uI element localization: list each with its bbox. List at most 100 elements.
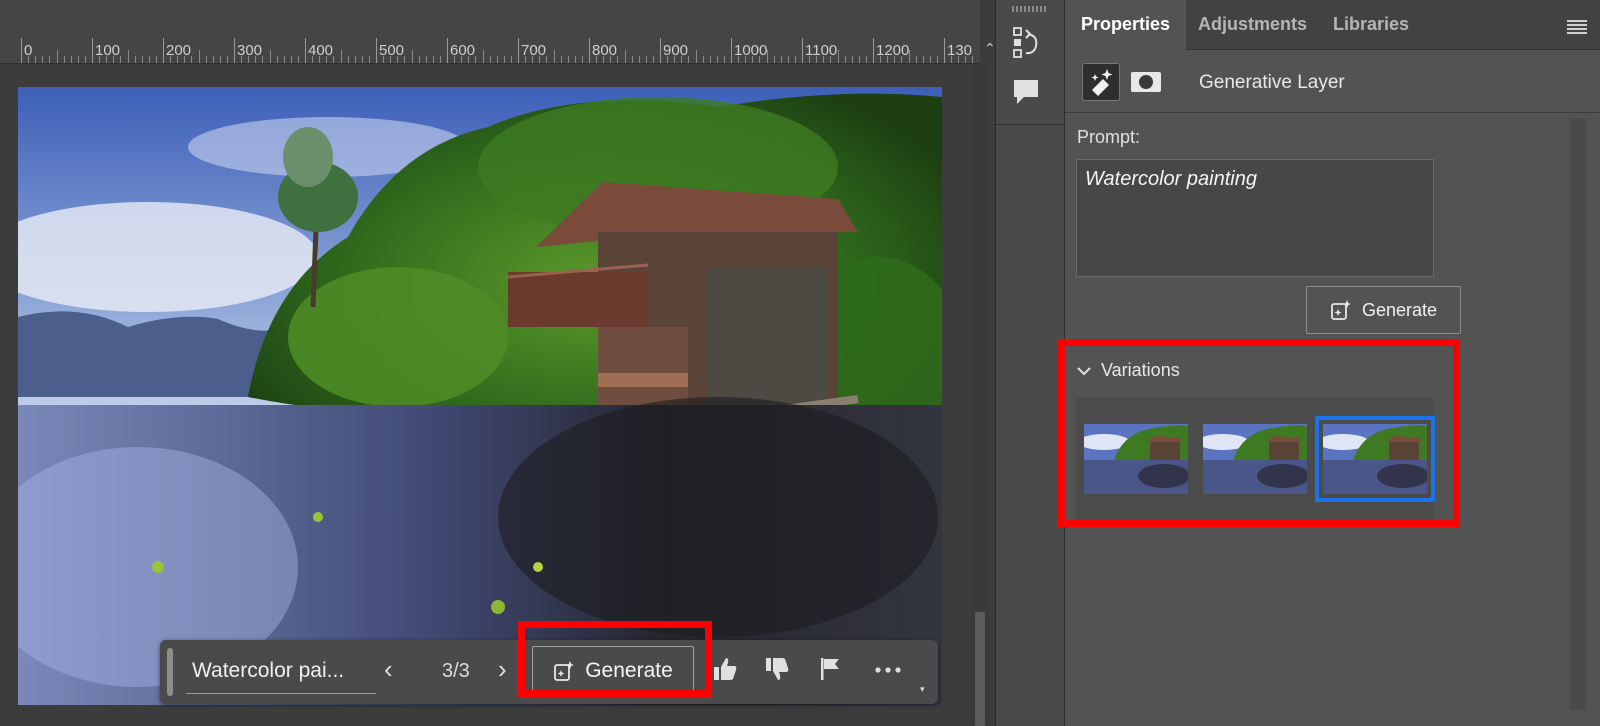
prompt-textarea[interactable]: Watercolor painting bbox=[1076, 159, 1434, 277]
ruler-major-tick bbox=[305, 38, 306, 63]
ruler-minor-tick bbox=[567, 56, 569, 63]
ruler-major-tick bbox=[234, 38, 235, 63]
ruler-minor-tick bbox=[865, 56, 867, 63]
ruler-minor-tick bbox=[887, 56, 889, 63]
tab-libraries[interactable]: Libraries bbox=[1317, 0, 1425, 50]
tab-adjustments[interactable]: Adjustments bbox=[1182, 0, 1323, 50]
ruler-minor-tick bbox=[454, 56, 456, 63]
more-icon[interactable] bbox=[874, 666, 902, 674]
document-canvas[interactable] bbox=[18, 87, 942, 705]
ruler-minor-tick bbox=[503, 56, 505, 63]
ruler-minor-tick bbox=[532, 56, 534, 63]
ruler-minor-tick bbox=[397, 56, 399, 63]
taskbar-drag-handle[interactable] bbox=[167, 648, 173, 696]
ruler-minor-tick bbox=[141, 56, 143, 63]
history-icon[interactable] bbox=[1012, 26, 1040, 58]
next-variation-icon[interactable]: › bbox=[498, 654, 507, 685]
ruler-minor-tick bbox=[326, 56, 328, 63]
variation-thumbnail-1[interactable] bbox=[1084, 424, 1188, 494]
ruler-minor-tick bbox=[205, 56, 207, 63]
ruler-minor-tick bbox=[248, 56, 250, 63]
column-grip[interactable] bbox=[1012, 6, 1048, 12]
scrollbar-thumb[interactable] bbox=[975, 612, 985, 726]
generate-sparkle-icon bbox=[554, 661, 575, 681]
ruler-minor-tick bbox=[638, 56, 640, 63]
properties-panel: Properties Adjustments Libraries Generat… bbox=[1065, 0, 1600, 726]
ruler-minor-tick bbox=[979, 50, 980, 63]
ruler-minor-tick bbox=[368, 56, 370, 63]
ruler-minor-tick bbox=[688, 56, 690, 63]
taskbar-options-icon[interactable]: ▾ bbox=[920, 684, 925, 695]
mask-icon bbox=[1131, 72, 1161, 92]
horizontal-ruler[interactable]: 0 100 200 300 400 500 600 700 800 900 1000 1100 1200… bbox=[0, 0, 980, 64]
canvas-vertical-scrollbar[interactable] bbox=[972, 64, 988, 726]
ruler-minor-tick bbox=[269, 50, 271, 63]
prompt-label: Prompt: bbox=[1077, 127, 1141, 147]
tab-properties[interactable]: Properties bbox=[1065, 0, 1187, 50]
ruler-major-tick bbox=[660, 38, 661, 63]
variations-header[interactable]: Variations bbox=[1077, 360, 1180, 381]
ruler-minor-tick bbox=[390, 56, 392, 63]
ruler-minor-tick bbox=[283, 56, 285, 63]
ruler-major-tick bbox=[163, 38, 164, 63]
ruler-scroll-up-icon[interactable]: ⌃ bbox=[984, 40, 996, 57]
ruler-minor-tick bbox=[496, 56, 498, 63]
ruler-minor-tick bbox=[972, 56, 974, 63]
ruler-minor-tick bbox=[475, 56, 477, 63]
ruler-minor-tick bbox=[915, 56, 917, 63]
previous-variation-icon[interactable]: ‹ bbox=[384, 654, 393, 685]
hamburger-menu-icon[interactable] bbox=[1567, 20, 1587, 34]
panel-generate-label: Generate bbox=[1361, 299, 1438, 320]
ruler-minor-tick bbox=[361, 56, 363, 63]
ruler-minor-tick bbox=[226, 56, 228, 63]
ruler-minor-tick bbox=[461, 56, 463, 63]
ruler-major-tick bbox=[376, 38, 377, 63]
ruler-major-tick bbox=[21, 38, 22, 63]
ruler-minor-tick bbox=[319, 56, 321, 63]
ruler-minor-tick bbox=[936, 56, 938, 63]
ruler-minor-tick bbox=[120, 56, 122, 63]
ruler-minor-tick bbox=[241, 56, 243, 63]
generative-layer-thumbnail[interactable] bbox=[1082, 63, 1120, 101]
ruler-major-tick bbox=[944, 38, 945, 63]
ruler-minor-tick bbox=[28, 56, 30, 63]
ruler-minor-tick bbox=[723, 56, 725, 63]
ruler-minor-tick bbox=[35, 56, 37, 63]
ruler-minor-tick bbox=[510, 56, 512, 63]
ruler-minor-tick bbox=[212, 56, 214, 63]
taskbar-prompt-field[interactable]: Watercolor pai... bbox=[186, 652, 376, 694]
panel-generate-button[interactable]: Generate bbox=[1306, 286, 1461, 334]
variation-thumbnail-3[interactable] bbox=[1315, 416, 1435, 502]
variation-thumbnail-2[interactable] bbox=[1203, 424, 1307, 494]
ruler-minor-tick bbox=[780, 56, 782, 63]
ruler-minor-tick bbox=[794, 56, 796, 63]
generate-sparkle-icon bbox=[1331, 300, 1351, 320]
panel-divider bbox=[1076, 341, 1461, 342]
watercolor-image bbox=[18, 87, 942, 705]
ruler-major-tick bbox=[731, 38, 732, 63]
comment-icon[interactable] bbox=[1012, 78, 1040, 106]
thumbs-up-icon[interactable] bbox=[712, 656, 738, 682]
flag-icon[interactable] bbox=[818, 656, 844, 682]
ruler-minor-tick bbox=[674, 56, 676, 63]
ruler-minor-tick bbox=[624, 50, 626, 63]
ruler-minor-tick bbox=[312, 56, 314, 63]
taskbar-generate-button[interactable]: Generate bbox=[532, 646, 694, 696]
panel-scrollbar[interactable] bbox=[1570, 118, 1586, 710]
ruler-minor-tick bbox=[383, 56, 385, 63]
ruler-major-tick bbox=[92, 38, 93, 63]
ruler-minor-tick bbox=[553, 50, 555, 63]
ruler-minor-tick bbox=[596, 56, 598, 63]
thumbs-down-icon[interactable] bbox=[764, 656, 790, 682]
ruler-minor-tick bbox=[276, 56, 278, 63]
ruler-minor-tick bbox=[894, 56, 896, 63]
ruler-minor-tick bbox=[929, 56, 931, 63]
ruler-minor-tick bbox=[858, 56, 860, 63]
variations-label: Variations bbox=[1101, 360, 1180, 380]
ruler-minor-tick bbox=[84, 56, 86, 63]
layer-mask-thumbnail[interactable] bbox=[1127, 63, 1165, 101]
ruler-minor-tick bbox=[354, 56, 356, 63]
ruler-minor-tick bbox=[908, 50, 910, 63]
ruler-minor-tick bbox=[787, 56, 789, 63]
chevron-down-icon bbox=[1077, 366, 1091, 375]
